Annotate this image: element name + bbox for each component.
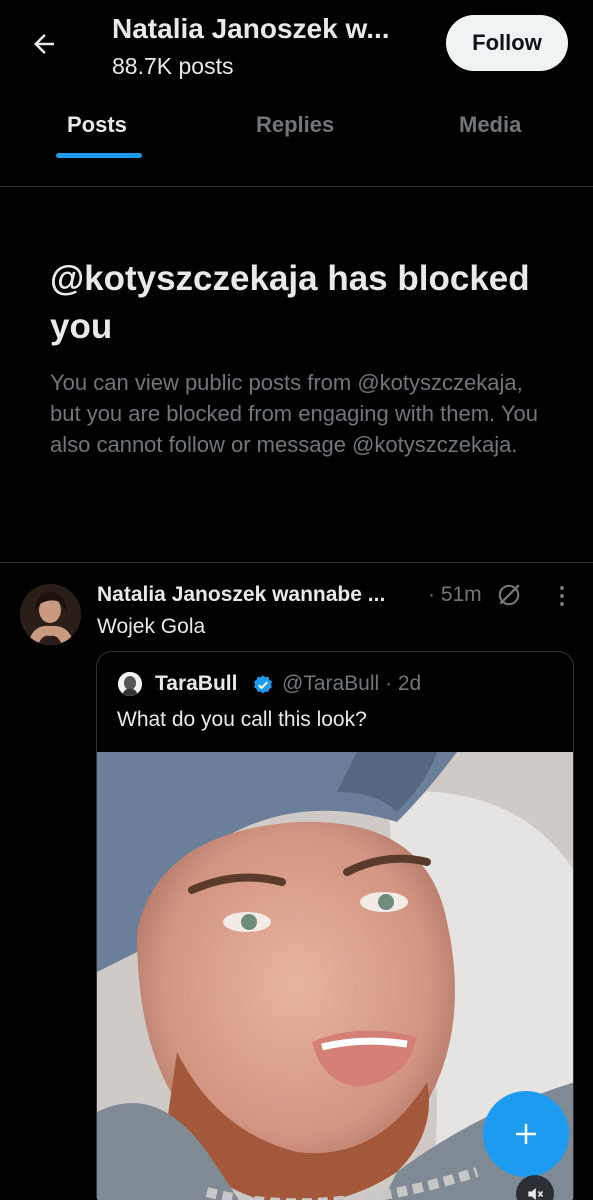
active-tab-indicator: [56, 153, 142, 158]
quote-handle-time: @TaraBull · 2d: [282, 672, 422, 695]
blocked-title: @kotyszczekaja has blocked you: [50, 259, 530, 346]
back-arrow-icon[interactable]: [26, 26, 62, 62]
quote-text: What do you call this look?: [117, 708, 367, 731]
tab-replies[interactable]: Replies: [256, 112, 334, 138]
blocked-description: You can view public posts from @kotyszcz…: [50, 370, 538, 457]
profile-name: Natalia Janoszek w...: [112, 13, 390, 44]
quote-author-name: TaraBull: [155, 672, 238, 695]
plus-icon: [516, 1124, 536, 1144]
more-icon[interactable]: [552, 582, 572, 610]
tab-posts[interactable]: Posts: [67, 112, 127, 138]
post-timestamp[interactable]: · 51m: [428, 583, 482, 607]
post-author-name[interactable]: Natalia Janoszek wannabe ...: [97, 583, 385, 607]
grok-icon[interactable]: [496, 582, 522, 608]
avatar[interactable]: [20, 584, 81, 645]
post-text: Wojek Gola: [97, 615, 206, 638]
verified-badge-icon: [252, 674, 274, 696]
profile-header: Natalia Janoszek w... 88.7K posts Follow: [0, 0, 593, 100]
post-divider: [0, 562, 593, 563]
quote-avatar: [118, 672, 142, 696]
tab-media[interactable]: Media: [459, 112, 521, 138]
follow-button[interactable]: Follow: [446, 15, 568, 71]
post-count: 88.7K posts: [112, 53, 234, 79]
tabs-divider: [0, 186, 593, 187]
compose-button[interactable]: [483, 1091, 569, 1177]
